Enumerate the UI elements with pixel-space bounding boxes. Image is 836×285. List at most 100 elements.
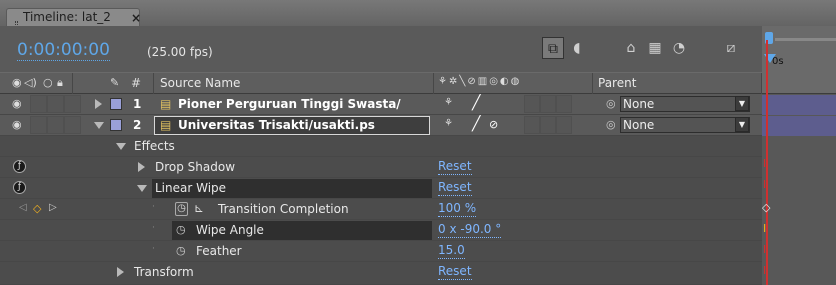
parent-select[interactable]: None xyxy=(620,96,750,112)
pick-whip-icon[interactable]: ◎ xyxy=(606,118,616,131)
graph-editor-icon[interactable]: ⧄ xyxy=(720,37,742,59)
reset-link[interactable]: Reset xyxy=(438,264,472,280)
keyframe-icon[interactable]: ◇ xyxy=(33,202,41,215)
collapse-arrow-icon[interactable] xyxy=(137,185,147,192)
expand-arrow-icon[interactable] xyxy=(117,267,124,277)
property-group-label: Transform xyxy=(134,265,194,279)
live-update-icon[interactable]: ◖ xyxy=(566,37,588,59)
stopwatch-icon[interactable]: ◷ xyxy=(175,202,188,216)
work-area-bar[interactable] xyxy=(775,38,836,41)
quality-icon[interactable]: ╱ xyxy=(472,95,480,111)
expand-arrow-icon[interactable] xyxy=(138,162,145,172)
composition-mini-flowchart-icon[interactable]: ⧉ xyxy=(542,37,564,59)
stopwatch-icon[interactable]: ◷ xyxy=(176,223,186,236)
switch-box[interactable] xyxy=(556,116,572,134)
property-value[interactable]: 15.0 xyxy=(438,243,465,259)
reset-link[interactable]: Reset xyxy=(438,180,472,196)
layer-name[interactable]: Universitas Trisakti/usakti.ps xyxy=(178,117,375,133)
switch-box[interactable] xyxy=(540,116,556,134)
pick-whip-icon[interactable]: ◎ xyxy=(606,97,616,110)
close-icon[interactable]: × xyxy=(131,10,141,26)
reset-link[interactable]: Reset xyxy=(438,159,472,175)
quality-icon[interactable]: ╱ xyxy=(472,116,480,132)
timeline-column-header xyxy=(762,72,836,94)
collapse-arrow-icon[interactable] xyxy=(116,143,126,150)
fx-icon[interactable]: ƒ xyxy=(13,181,26,194)
property-row[interactable]: ◁ ◇ ▷ · ◷ ⊾ Transition Completion 100 % xyxy=(0,199,762,220)
switches-icon[interactable]: ⚘✲╲⊘▥◎◐◍ xyxy=(438,76,521,87)
property-name: Transition Completion xyxy=(218,202,349,216)
frame-rate-label: (25.00 fps) xyxy=(147,45,213,59)
collapse-arrow-icon[interactable] xyxy=(94,122,104,129)
layer-index: 1 xyxy=(133,97,142,111)
solo-switch-icon[interactable]: ○ xyxy=(43,76,53,89)
layer-name[interactable]: Pioner Perguruan Tinggi Swasta/ xyxy=(178,96,401,112)
layer-duration-bar[interactable] xyxy=(762,116,836,136)
property-value[interactable]: 100 % xyxy=(438,201,477,217)
chevron-down-icon[interactable]: ▼ xyxy=(735,117,749,132)
keyframe-marker-icon[interactable]: I xyxy=(763,178,766,191)
shy-icon[interactable]: ⚘ xyxy=(444,97,453,108)
keyframe-marker-icon[interactable]: I xyxy=(763,157,766,170)
label-color-swatch[interactable] xyxy=(110,119,122,131)
draft-3d-icon[interactable]: ⌂ xyxy=(620,37,642,59)
effect-name: Linear Wipe xyxy=(155,181,227,195)
switch-box[interactable] xyxy=(540,95,556,113)
solo-switch-box[interactable] xyxy=(47,95,64,113)
eye-icon[interactable]: ◉ xyxy=(12,118,22,131)
lock-switch-box[interactable] xyxy=(64,95,81,113)
prev-keyframe-icon[interactable]: ◁ xyxy=(19,202,27,213)
keyframe-marker-icon[interactable]: I xyxy=(763,222,766,235)
column-parent[interactable]: Parent xyxy=(598,76,636,90)
layer-row[interactable]: ◉ 1 ▤ Pioner Perguruan Tinggi Swasta/ ⚘ … xyxy=(0,94,762,115)
effects-switch-icon[interactable]: ⊘ xyxy=(489,118,498,131)
property-value[interactable]: 0 x -90.0 ° xyxy=(438,222,502,238)
column-source-name[interactable]: Source Name xyxy=(160,76,240,90)
property-row[interactable]: · ◷ Wipe Angle 0 x -90.0 ° xyxy=(0,220,762,241)
label-color-swatch[interactable] xyxy=(110,98,122,110)
video-switch-icon[interactable]: ◉ xyxy=(12,76,22,89)
switch-box[interactable] xyxy=(524,116,540,134)
next-keyframe-icon[interactable]: ▷ xyxy=(49,202,57,213)
solo-switch-box[interactable] xyxy=(47,116,64,134)
effect-row[interactable]: ƒ Drop Shadow Reset xyxy=(0,157,762,178)
shy-icon[interactable]: ⚘ xyxy=(444,118,453,129)
property-group-row[interactable]: Transform Reset xyxy=(0,262,762,285)
current-time-display[interactable]: 0:00:00:00 xyxy=(17,40,110,61)
audio-switch-box[interactable] xyxy=(30,116,47,134)
switch-box[interactable] xyxy=(556,95,572,113)
time-ruler[interactable]: 0s xyxy=(762,26,836,72)
lock-switch-box[interactable] xyxy=(64,116,81,134)
footage-icon: ▤ xyxy=(160,118,172,132)
property-name: Wipe Angle xyxy=(196,223,264,237)
keyframe-marker-icon[interactable]: I xyxy=(763,243,766,256)
keyframe-diamond-icon[interactable]: ◇ xyxy=(762,201,770,214)
switch-box[interactable] xyxy=(524,95,540,113)
graph-icon[interactable]: ⊾ xyxy=(194,201,204,215)
column-divider xyxy=(592,73,593,95)
label-column-icon[interactable]: ✎ xyxy=(110,76,119,89)
layer-row[interactable]: ◉ 2 ▤ Universitas Trisakti/usakti.ps ⚘ ╱… xyxy=(0,115,762,136)
audio-switch-icon[interactable]: ◁) xyxy=(24,76,37,89)
stopwatch-icon[interactable]: ◷ xyxy=(176,244,186,257)
chevron-down-icon[interactable]: ▼ xyxy=(735,96,749,111)
layer-duration-bar[interactable] xyxy=(762,95,836,115)
effects-label: Effects xyxy=(134,139,175,153)
playhead-line[interactable] xyxy=(766,40,768,285)
expand-arrow-icon[interactable] xyxy=(95,99,102,109)
keyframe-marker-icon[interactable]: I xyxy=(763,264,766,277)
audio-switch-box[interactable] xyxy=(30,95,47,113)
parent-value: None xyxy=(623,97,655,111)
lock-switch-icon[interactable]: 🔒︎ xyxy=(57,76,63,90)
eye-icon[interactable]: ◉ xyxy=(12,97,22,110)
footage-icon: ▤ xyxy=(160,97,172,111)
effect-row[interactable]: ƒ Linear Wipe Reset xyxy=(0,178,762,199)
property-group-row[interactable]: Effects xyxy=(0,136,762,157)
property-row[interactable]: · ◷ Feather 15.0 xyxy=(0,241,762,262)
tab-timeline[interactable]: Timeline: lat_2 × xyxy=(6,8,141,31)
parent-select[interactable]: None xyxy=(620,117,750,133)
motion-blur-icon[interactable]: ◔ xyxy=(668,37,690,59)
frame-blending-icon[interactable]: ▦ xyxy=(644,37,666,59)
column-divider xyxy=(433,73,434,95)
fx-icon[interactable]: ƒ xyxy=(13,160,26,173)
